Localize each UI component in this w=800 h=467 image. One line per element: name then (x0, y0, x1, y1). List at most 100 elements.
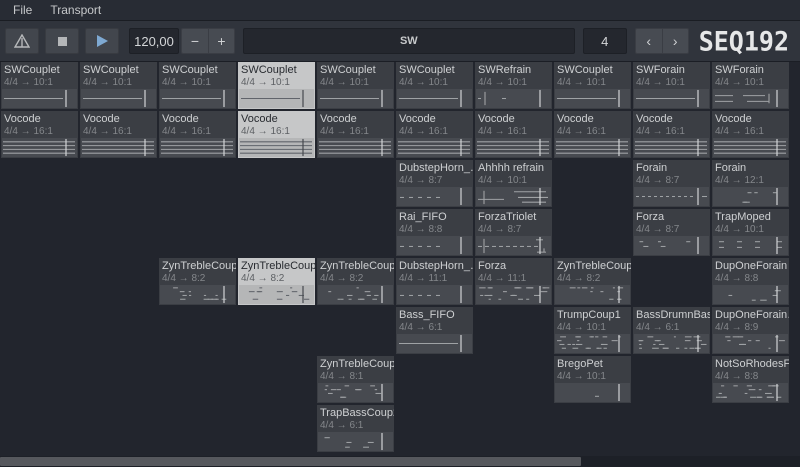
bpm-increase-button[interactable]: + (208, 28, 235, 54)
sequence-cell[interactable]: ForzaTriolet4/4 → 8:7 (475, 209, 552, 256)
sequence-signature: 4/4 → 10:1 (554, 371, 631, 382)
sequence-signature: 4/4 → 12:1 (712, 175, 789, 186)
sequence-cell[interactable]: Vocode4/4 → 16:1 (554, 111, 631, 158)
screenset-next-button[interactable]: › (662, 28, 689, 54)
play-icon (97, 35, 108, 47)
sequence-signature: 4/4 → 8:1 (317, 371, 394, 382)
sequence-title: TrapMoped (712, 209, 789, 224)
sequence-cell[interactable]: ZynTrebleCoup14/4 → 8:2 (238, 258, 315, 305)
sequence-cell[interactable]: Bass_FIFO4/4 → 6:1 (396, 307, 473, 354)
sequence-signature: 4/4 → 10:1 (238, 77, 315, 88)
sequence-cell[interactable]: SWCouplet4/4 → 10:1 (396, 62, 473, 109)
sequence-cell[interactable]: Vocode4/4 → 16:1 (633, 111, 710, 158)
sequence-cell[interactable]: Vocode4/4 → 16:1 (159, 111, 236, 158)
sequence-title: ZynTrebleCoup2 (317, 356, 394, 371)
sequence-cell[interactable]: Vocode4/4 → 16:1 (396, 111, 473, 158)
sequence-cell[interactable]: BassDrumnBass4/4 → 6:1 (633, 307, 710, 354)
sequence-cell[interactable]: ZynTrebleCoup14/4 → 8:2 (159, 258, 236, 305)
sequence-signature: 4/4 → 10:1 (712, 224, 789, 235)
pattern-preview (160, 285, 235, 304)
sequence-signature: 4/4 → 10:1 (80, 77, 157, 88)
screenset-name-input[interactable]: SW (243, 28, 575, 54)
pattern-preview (318, 285, 393, 304)
sequence-title: SWCouplet (80, 62, 157, 77)
sequence-signature: 4/4 → 6:1 (633, 322, 710, 333)
sequence-signature: 4/4 → 8:2 (317, 273, 394, 284)
sequence-cell[interactable]: Vocode4/4 → 16:1 (475, 111, 552, 158)
sequence-cell[interactable]: TrapBassCoup24/4 → 6:1 (317, 405, 394, 452)
sequence-signature: 4/4 → 8:8 (396, 224, 473, 235)
sequence-cell[interactable]: SWCouplet4/4 → 10:1 (554, 62, 631, 109)
sequence-cell[interactable]: Rai_FIFO4/4 → 8:8 (396, 209, 473, 256)
pattern-preview (476, 187, 551, 206)
screenset-number[interactable]: 4 (583, 28, 627, 54)
sequence-cell[interactable]: SWRefrain4/4 → 10:1 (475, 62, 552, 109)
pattern-preview (713, 334, 788, 353)
warning-triangle-icon (14, 34, 30, 48)
sequence-cell[interactable]: DupOneForain…4/4 → 8:9 (712, 307, 789, 354)
pattern-preview (713, 187, 788, 206)
bpm-display[interactable]: 120,00 (129, 28, 179, 54)
pattern-preview (713, 383, 788, 402)
pattern-preview (555, 334, 630, 353)
sequence-cell[interactable]: TrumpCoup14/4 → 10:1 (554, 307, 631, 354)
sequence-cell[interactable]: SWCouplet4/4 → 10:1 (159, 62, 236, 109)
sequence-cell[interactable]: ZynTrebleCoup24/4 → 8:1 (317, 356, 394, 403)
sequence-signature: 4/4 → 8:7 (633, 175, 710, 186)
panic-button[interactable] (5, 28, 39, 54)
pattern-preview (397, 187, 472, 206)
bpm-decrease-button[interactable]: − (181, 28, 208, 54)
sequence-cell[interactable]: Vocode4/4 → 16:1 (1, 111, 78, 158)
pattern-preview (318, 383, 393, 402)
stop-button[interactable] (45, 28, 79, 54)
sequence-cell[interactable]: SWForain4/4 → 10:1 (712, 62, 789, 109)
sequence-cell[interactable]: SWCouplet4/4 → 10:1 (80, 62, 157, 109)
sequence-cell[interactable]: Vocode4/4 → 16:1 (80, 111, 157, 158)
sequence-cell[interactable]: Vocode4/4 → 16:1 (712, 111, 789, 158)
sequence-signature: 4/4 → 10:1 (554, 322, 631, 333)
sequence-title: DubstepHorn_… (396, 258, 473, 273)
pattern-preview (713, 236, 788, 255)
sequence-signature: 4/4 → 8:2 (159, 273, 236, 284)
sequence-cell[interactable]: BregoPet4/4 → 10:1 (554, 356, 631, 403)
sequence-cell[interactable]: TrapMoped4/4 → 10:1 (712, 209, 789, 256)
sequence-cell[interactable]: SWCouplet4/4 → 10:1 (1, 62, 78, 109)
sequence-title: SWCouplet (1, 62, 78, 77)
pattern-preview (397, 138, 472, 157)
sequence-cell[interactable]: DupOneForain4/4 → 8:8 (712, 258, 789, 305)
sequence-cell[interactable]: SWCouplet4/4 → 10:1 (238, 62, 315, 109)
sequence-cell[interactable]: Ahhhh refrain4/4 → 10:1 (475, 160, 552, 207)
sequence-cell[interactable]: Forza4/4 → 11:1 (475, 258, 552, 305)
sequence-cell[interactable]: DubstepHorn_…4/4 → 8:7 (396, 160, 473, 207)
pattern-preview (555, 383, 630, 402)
menu-transport[interactable]: Transport (41, 1, 110, 19)
sequence-signature: 4/4 → 10:1 (475, 175, 552, 186)
sequence-cell[interactable]: ZynTrebleCoup14/4 → 8:2 (554, 258, 631, 305)
sequence-cell[interactable]: Forain4/4 → 8:7 (633, 160, 710, 207)
sequence-cell[interactable]: SWCouplet4/4 → 10:1 (317, 62, 394, 109)
sequence-cell[interactable]: Forain4/4 → 12:1 (712, 160, 789, 207)
sequence-title: ZynTrebleCoup1 (554, 258, 631, 273)
menu-file[interactable]: File (4, 1, 41, 19)
sequence-cell[interactable]: Forza4/4 → 8:7 (633, 209, 710, 256)
sequence-cell[interactable]: Vocode4/4 → 16:1 (317, 111, 394, 158)
sequence-cell[interactable]: ZynTrebleCoup14/4 → 8:2 (317, 258, 394, 305)
sequence-cell[interactable]: NotSoRhodesF…4/4 → 8:8 (712, 356, 789, 403)
pattern-preview (634, 138, 709, 157)
sequence-cell[interactable]: Vocode4/4 → 16:1 (238, 111, 315, 158)
sequence-cell[interactable]: DubstepHorn_…4/4 → 11:1 (396, 258, 473, 305)
sequence-title: TrapBassCoup2 (317, 405, 394, 420)
pattern-preview (555, 285, 630, 304)
sequence-title: ZynTrebleCoup1 (159, 258, 236, 273)
sequence-cell[interactable]: SWForain4/4 → 10:1 (633, 62, 710, 109)
pattern-preview (555, 89, 630, 108)
screenset-prev-button[interactable]: ‹ (635, 28, 662, 54)
horizontal-scrollbar[interactable] (0, 456, 800, 467)
sequence-signature: 4/4 → 8:8 (712, 371, 789, 382)
sequence-title: Vocode (554, 111, 631, 126)
app-logo: SEQ192 (699, 26, 789, 56)
pattern-preview (160, 89, 235, 108)
scrollbar-thumb[interactable] (0, 457, 581, 466)
sequence-title: Vocode (1, 111, 78, 126)
play-button[interactable] (85, 28, 119, 54)
